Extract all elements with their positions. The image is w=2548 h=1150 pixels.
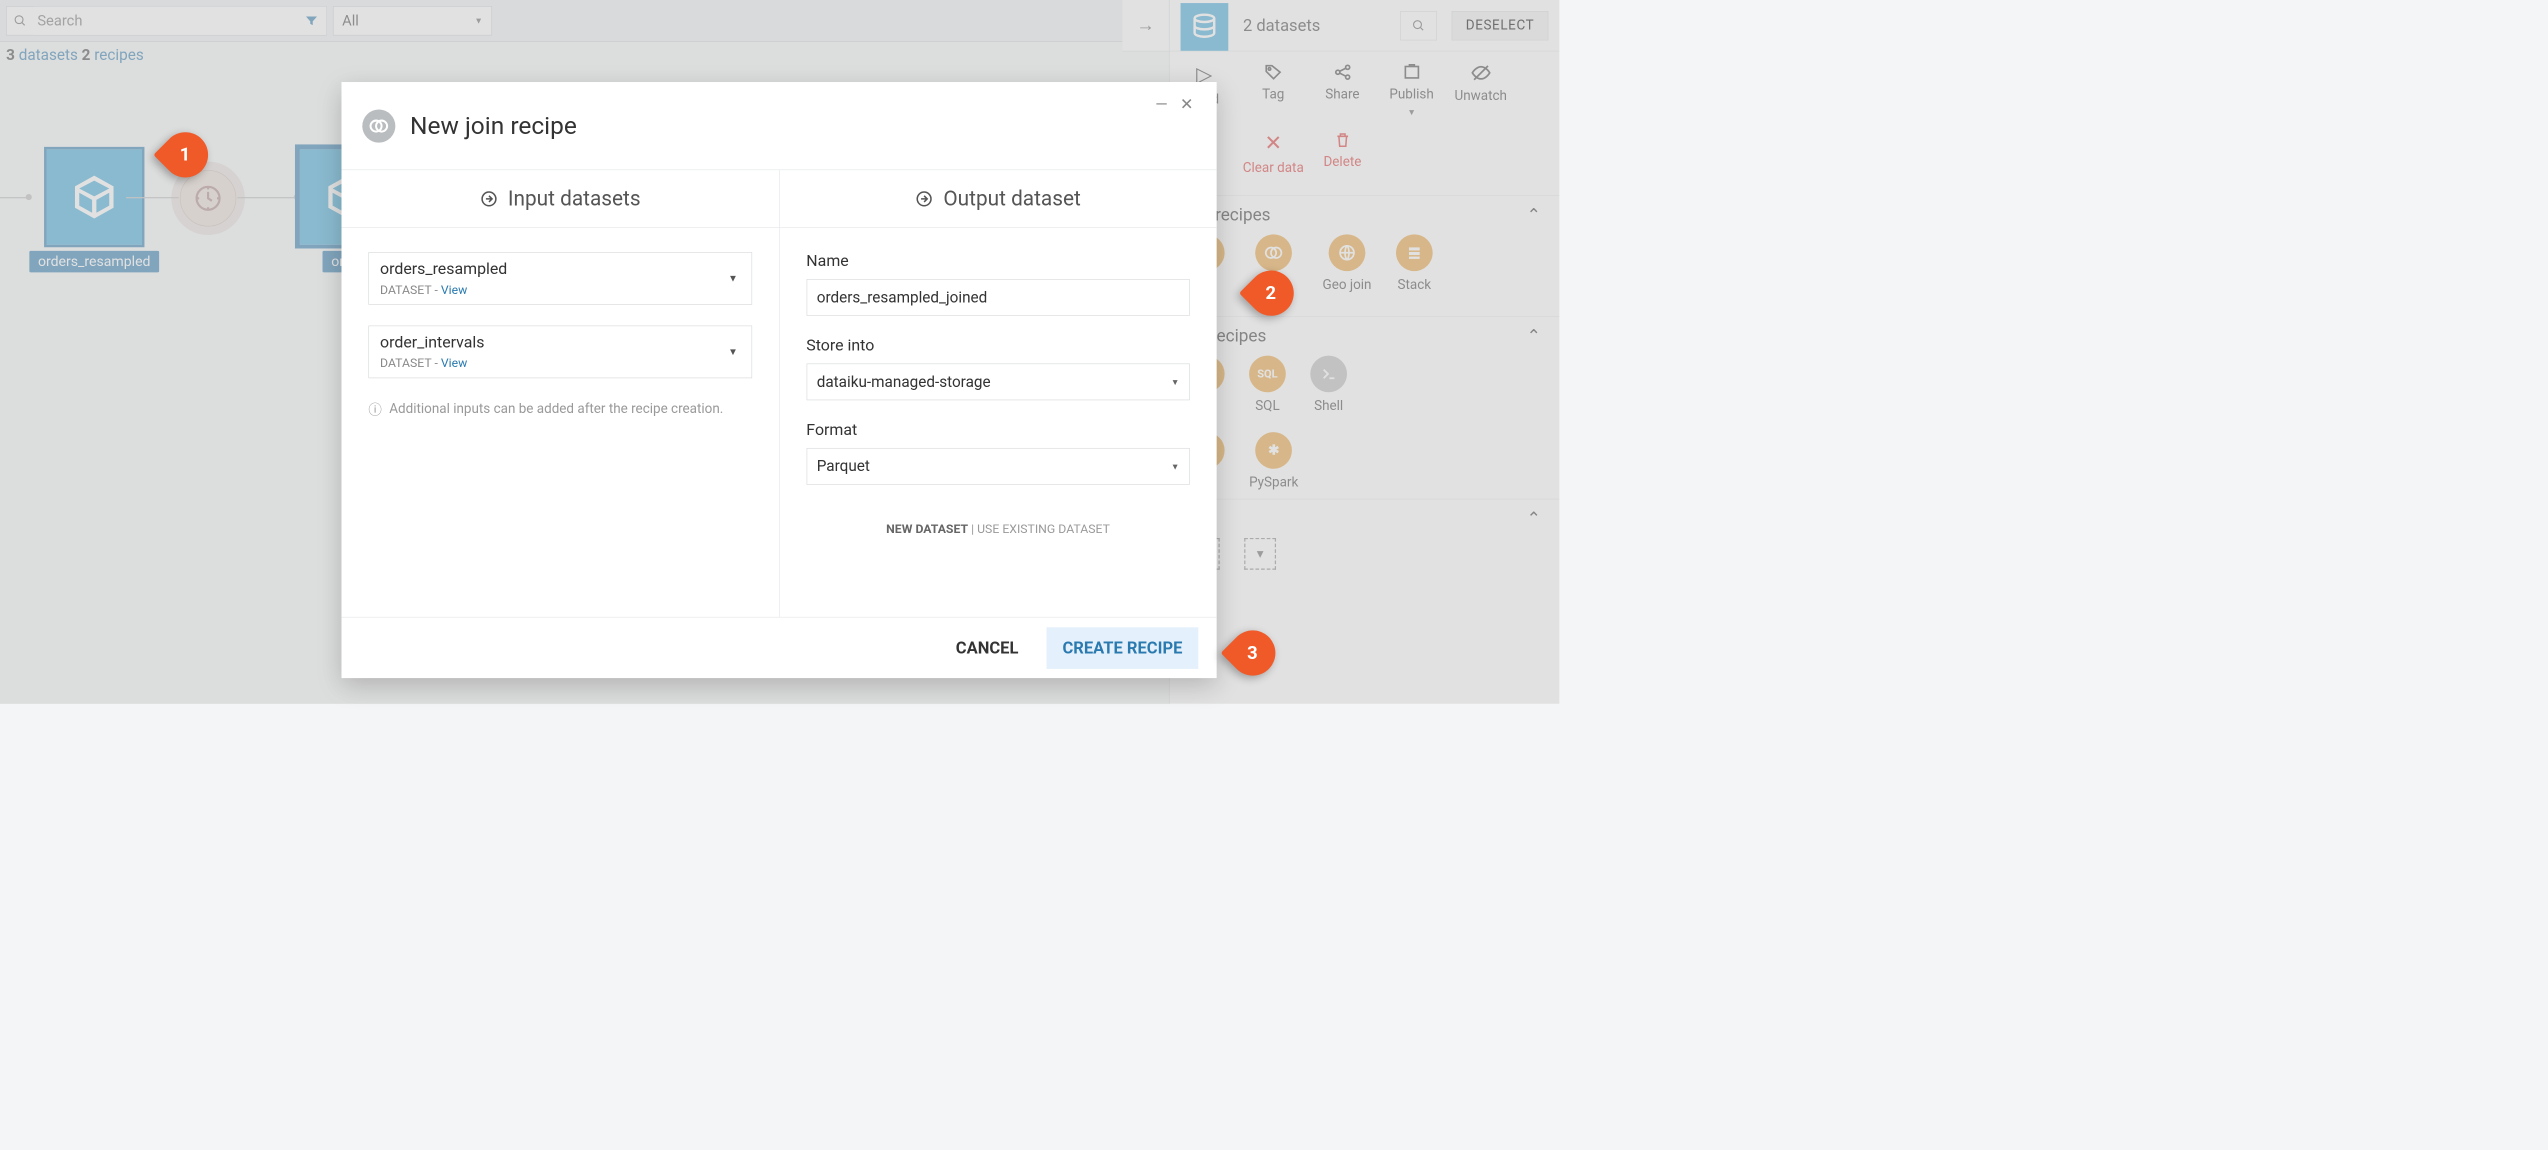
action-share[interactable]: Share	[1308, 62, 1377, 117]
view-link[interactable]: View	[441, 356, 467, 371]
caret-down-icon: ▼	[1171, 377, 1179, 387]
minimize-button[interactable]: —	[1155, 95, 1167, 113]
input-dataset-select[interactable]: order_intervals DATASET - View ▼	[368, 326, 751, 379]
search-input[interactable]	[34, 6, 297, 34]
dataset-node[interactable]: orders_resampled	[29, 149, 159, 272]
x-icon: ✕	[1265, 131, 1282, 155]
visual-recipes-section: ual recipes⌃ nn Fuzzy join Geo join Stac…	[1170, 195, 1560, 316]
input-dataset-name: orders_resampled	[380, 260, 740, 278]
breadcrumb: 3 datasets 2 recipes	[6, 47, 144, 65]
stack-icon	[1396, 234, 1433, 271]
deselect-button[interactable]: DESELECT	[1452, 11, 1549, 40]
action-publish[interactable]: Publish ▼	[1377, 62, 1446, 117]
store-into-label: Store into	[806, 337, 1189, 355]
search-icon	[7, 14, 34, 27]
format-select[interactable]: Parquet▼	[806, 448, 1189, 485]
pyspark-icon: ✱	[1255, 432, 1292, 469]
close-button[interactable]: ✕	[1180, 95, 1193, 113]
action-clear[interactable]: ✕Clear data	[1239, 131, 1308, 176]
input-datasets-pane: Input datasets orders_resampled DATASET …	[341, 170, 779, 617]
search-container	[6, 6, 327, 35]
store-into-select[interactable]: dataiku-managed-storage▼	[806, 364, 1189, 401]
details-panel: 2 datasets DESELECT ▷Build Tag Share Pub…	[1169, 0, 1559, 704]
panel-search-button[interactable]	[1400, 11, 1437, 40]
caret-down-icon: ▼	[474, 15, 482, 25]
input-dataset-name: order_intervals	[380, 334, 740, 352]
create-recipe-button[interactable]: CREATE RECIPE	[1047, 627, 1199, 669]
chevron-up-icon: ⌃	[1527, 326, 1541, 346]
new-join-recipe-modal: New join recipe — ✕ Input datasets order…	[341, 82, 1216, 678]
cancel-button[interactable]: CANCEL	[940, 627, 1034, 669]
eye-off-icon	[1470, 62, 1491, 83]
section-header[interactable]: es⌃	[1188, 508, 1541, 528]
recipe-item[interactable]: ▾	[1244, 538, 1276, 570]
join-icon	[362, 109, 395, 142]
action-tag[interactable]: Tag	[1239, 62, 1308, 117]
shell-icon	[1310, 356, 1347, 393]
panel-header: 2 datasets DESELECT	[1170, 0, 1560, 51]
arrow-into-icon	[480, 189, 498, 207]
recipe-shell[interactable]: Shell	[1310, 356, 1347, 414]
recipe-stack[interactable]: Stack	[1396, 234, 1433, 307]
section-header[interactable]: ual recipes⌃	[1188, 204, 1541, 224]
flow-edge	[126, 197, 179, 198]
pane-header: Output dataset	[779, 170, 1216, 228]
output-dataset-pane: Output dataset Name Store into dataiku-m…	[779, 170, 1216, 617]
code-recipes-section: de recipes⌃ onon SQLSQL Shell ✱k ✱PySpar…	[1170, 316, 1560, 498]
info-text: ⓘ Additional inputs can be added after t…	[368, 399, 751, 419]
modal-header: New join recipe — ✕	[341, 82, 1216, 170]
other-recipes-section: es⌃ + ▾	[1170, 499, 1560, 579]
action-unwatch[interactable]: Unwatch	[1446, 62, 1515, 117]
info-icon: ⓘ	[368, 399, 381, 419]
name-label: Name	[806, 252, 1189, 270]
caret-down-icon: ▼	[1171, 461, 1179, 471]
recipe-pyspark[interactable]: ✱PySpark	[1249, 432, 1298, 490]
recipe-geo-join[interactable]: Geo join	[1323, 234, 1372, 307]
filter-icon[interactable]	[297, 6, 326, 34]
panel-title: 2 datasets	[1243, 16, 1320, 36]
input-dataset-select[interactable]: orders_resampled DATASET - View ▼	[368, 252, 751, 305]
recipe-sql[interactable]: SQLSQL	[1249, 356, 1286, 414]
datasets-link[interactable]: datasets	[19, 47, 78, 65]
dataset-stack-icon	[1181, 3, 1229, 51]
panel-actions: ▷Build Tag Share Publish ▼ Unwatch ★Star…	[1170, 51, 1560, 195]
caret-down-icon: ▼	[728, 346, 738, 358]
pane-header: Input datasets	[341, 170, 778, 228]
arrow-into-icon	[915, 189, 933, 207]
view-link[interactable]: View	[441, 282, 467, 297]
publish-icon	[1402, 62, 1422, 82]
filter-dropdown[interactable]: All ▼	[333, 6, 492, 35]
share-icon	[1333, 62, 1353, 82]
flow-edge	[237, 197, 296, 198]
tag-icon	[1263, 62, 1283, 82]
plugin-icon: ▾	[1244, 538, 1276, 570]
chevron-up-icon: ⌃	[1527, 508, 1541, 528]
sql-icon: SQL	[1249, 356, 1286, 393]
recipe-node[interactable]	[180, 170, 236, 226]
chevron-up-icon: ⌃	[1527, 204, 1541, 224]
caret-down-icon: ▼	[1407, 107, 1415, 117]
fuzzy-join-icon	[1255, 234, 1292, 271]
dataset-label: orders_resampled	[29, 251, 159, 272]
panel-collapse-button[interactable]: →	[1122, 0, 1169, 51]
section-header[interactable]: de recipes⌃	[1188, 326, 1541, 346]
output-name-input[interactable]	[806, 279, 1189, 316]
modal-footer: CANCEL CREATE RECIPE	[341, 617, 1216, 678]
action-delete[interactable]: Delete	[1308, 131, 1377, 176]
caret-down-icon: ▼	[728, 272, 738, 284]
format-label: Format	[806, 421, 1189, 439]
filter-dropdown-label: All	[342, 12, 359, 29]
modal-title: New join recipe	[410, 111, 577, 140]
geo-join-icon	[1329, 234, 1366, 271]
dataset-mode-toggle[interactable]: NEW DATASET | USE EXISTING DATASET	[806, 521, 1189, 536]
trash-icon	[1333, 131, 1351, 149]
recipes-link[interactable]: recipes	[94, 47, 143, 65]
